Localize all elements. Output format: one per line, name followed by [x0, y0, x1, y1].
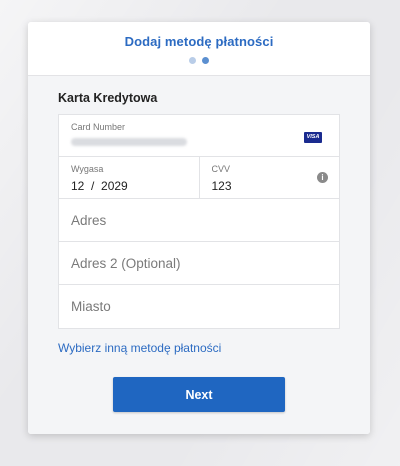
address-2-field[interactable]: Adres 2 (Optional): [59, 242, 339, 285]
city-field[interactable]: Miasto: [59, 285, 339, 328]
visa-icon: VISA: [304, 132, 322, 143]
city-placeholder: Miasto: [71, 299, 111, 314]
expiry-value: 12 / 2029: [71, 179, 128, 193]
step-indicator: [28, 57, 370, 65]
section-title: Karta Kredytowa: [58, 91, 158, 105]
card-number-masked-value: [71, 138, 187, 146]
dialog-title: Dodaj metodę płatności: [124, 34, 274, 49]
dialog-body: Karta Kredytowa Card Number VISA Wygasa …: [28, 76, 370, 434]
cvv-field[interactable]: CVV 123 i: [198, 157, 340, 198]
card-form: Card Number VISA Wygasa 12 / 2029 CVV 12…: [58, 114, 340, 329]
info-icon[interactable]: i: [317, 172, 328, 183]
card-number-label: Card Number: [71, 122, 126, 132]
address-2-placeholder: Adres 2 (Optional): [71, 255, 181, 271]
dialog-header: Dodaj metodę płatności: [28, 22, 370, 76]
address-field[interactable]: Adres: [59, 199, 339, 242]
expiry-label: Wygasa: [71, 164, 104, 174]
choose-other-method-link[interactable]: Wybierz inną metodę płatności: [58, 341, 340, 357]
card-number-field[interactable]: Card Number VISA: [59, 115, 339, 157]
cvv-label: CVV: [211, 164, 231, 174]
next-button[interactable]: Next: [113, 377, 285, 412]
expiry-cvv-row: Wygasa 12 / 2029 CVV 123 i: [59, 157, 339, 199]
payment-dialog: Dodaj metodę płatności Karta Kredytowa C…: [28, 22, 370, 434]
cvv-value: 123: [211, 179, 232, 193]
expiry-field[interactable]: Wygasa 12 / 2029: [59, 157, 199, 198]
address-placeholder: Adres: [71, 212, 107, 228]
step-dot-2: [202, 57, 209, 64]
step-dot-1: [189, 57, 196, 64]
